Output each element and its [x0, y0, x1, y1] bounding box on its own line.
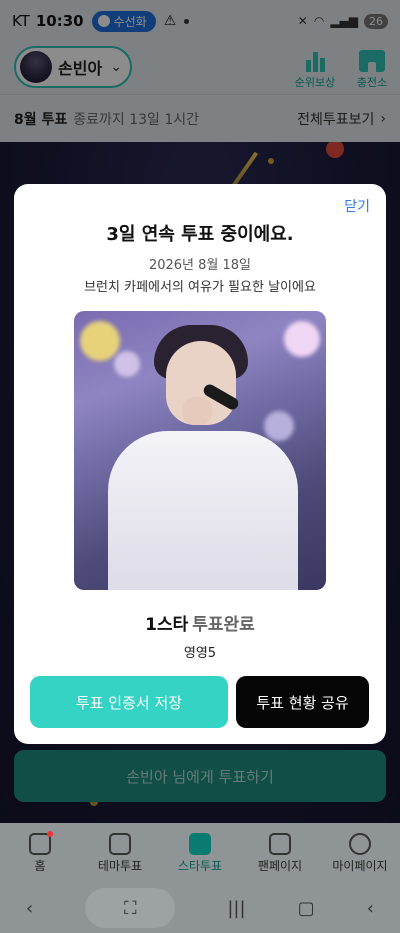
recent-apps-icon[interactable]: ||| — [227, 898, 245, 919]
share-status-button[interactable]: 투표 현황 공유 — [236, 676, 369, 728]
nav-fanpage[interactable]: 팬페이지 — [240, 823, 320, 883]
nav-label: 팬페이지 — [257, 858, 303, 873]
modal-date: 2026년 8월 18일 — [148, 258, 252, 273]
close-button[interactable]: 닫기 — [344, 196, 370, 216]
back-small-icon[interactable]: ‹ — [26, 898, 33, 919]
bottom-navigation: 홈 테마투표 스타투표 팬페이지 마이페이지 — [0, 823, 400, 883]
back-icon[interactable]: ‹ — [367, 898, 374, 919]
star-photo — [74, 311, 326, 590]
system-navigation: ‹ ⛶ ||| ▢ ‹ — [0, 883, 400, 933]
vote-status: 투표완료 — [192, 615, 255, 635]
theme-vote-icon — [109, 832, 131, 855]
home-icon — [29, 830, 53, 855]
star-count: 1스타 — [145, 615, 189, 635]
nav-label: 마이페이지 — [332, 858, 388, 873]
mypage-icon — [349, 832, 371, 855]
nav-home[interactable]: 홈 — [0, 823, 80, 883]
fanpage-icon — [269, 832, 291, 855]
nav-label: 테마투표 — [97, 858, 143, 873]
nav-theme-vote[interactable]: 테마투표 — [80, 823, 160, 883]
save-certificate-button[interactable]: 투표 인증서 저장 — [30, 676, 228, 728]
modal-title: 3일 연속 투표 중이에요. — [106, 224, 294, 245]
nav-label: 홈 — [34, 858, 46, 873]
star-vote-icon — [189, 832, 211, 855]
nav-star-vote[interactable]: 스타투표 — [160, 823, 240, 883]
voter-nickname: 영영5 — [183, 646, 217, 661]
modal-message: 브런치 카페에서의 여유가 필요한 날이에요 — [84, 280, 316, 295]
vote-result: 1스타 투표완료 — [14, 610, 386, 635]
nav-label: 스타투표 — [177, 858, 223, 873]
scan-icon[interactable]: ⛶ — [85, 888, 176, 928]
vote-complete-modal: 닫기 3일 연속 투표 중이에요. 2026년 8월 18일 브런치 카페에서의… — [14, 184, 386, 744]
home-icon[interactable]: ▢ — [298, 898, 315, 919]
nav-mypage[interactable]: 마이페이지 — [320, 823, 400, 883]
